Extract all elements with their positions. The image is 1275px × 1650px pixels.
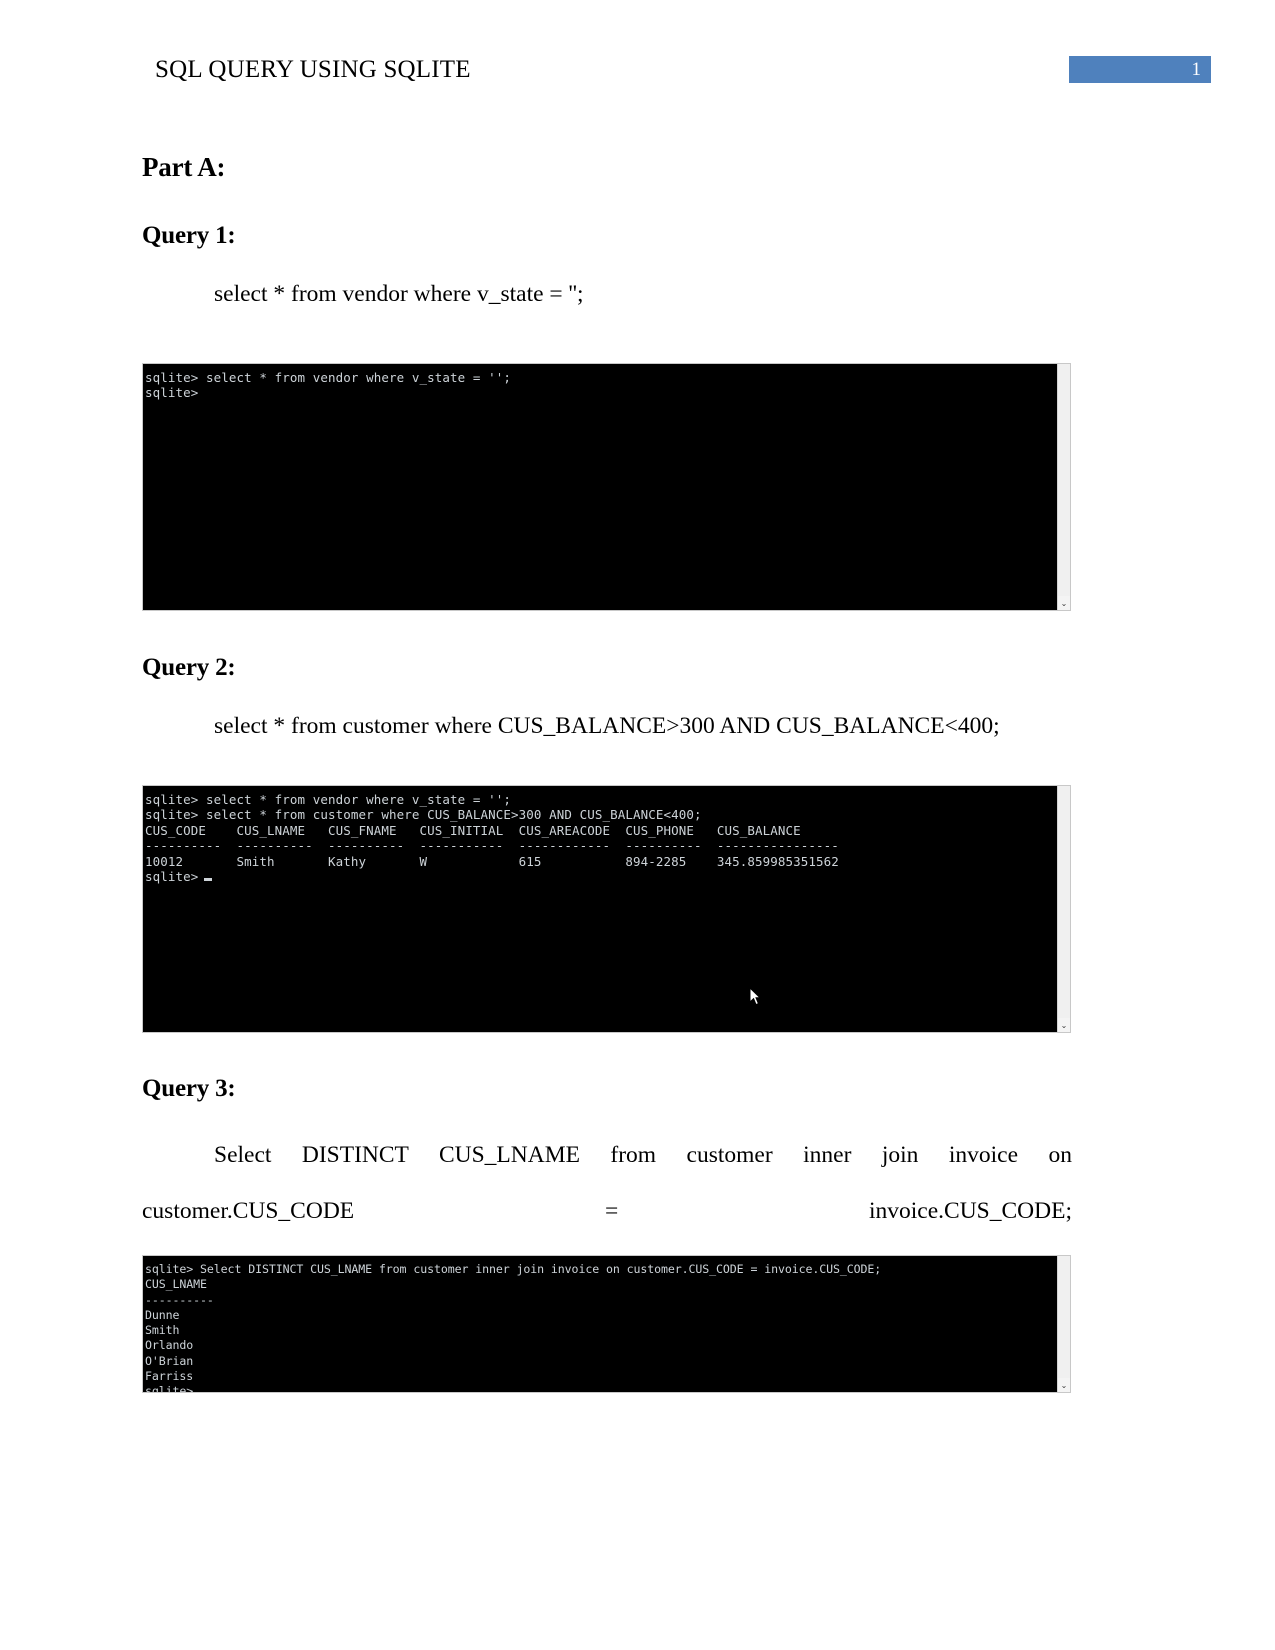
- terminal-cursor: [199, 1392, 207, 1393]
- page-header: SQL QUERY USING SQLITE 1: [0, 52, 1275, 92]
- query-1-heading: Query 1:: [142, 222, 236, 249]
- terminal-screenshot-2: sqlite> select * from vendor where v_sta…: [142, 785, 1071, 1033]
- terminal-screenshot-3: sqlite> Select DISTINCT CUS_LNAME from c…: [142, 1255, 1071, 1393]
- terminal-screenshot-1: sqlite> select * from vendor where v_sta…: [142, 363, 1071, 611]
- terminal-2-scroll-thumb[interactable]: [1058, 786, 1070, 1018]
- terminal-1-scroll-thumb[interactable]: [1058, 364, 1070, 596]
- section-heading-part-a: Part A:: [142, 152, 226, 182]
- document-page: SQL QUERY USING SQLITE 1 Part A: Query 1…: [0, 0, 1275, 1650]
- query-2-block: Query 2: select * from customer where CU…: [142, 652, 1072, 743]
- chevron-down-icon[interactable]: ⌄: [1058, 1019, 1070, 1032]
- query-3-heading: Query 3:: [142, 1075, 236, 1102]
- mouse-cursor-icon: [749, 987, 761, 1006]
- terminal-1-scrollbar[interactable]: ⌄: [1057, 364, 1070, 610]
- terminal-3-scrollbar[interactable]: ⌄: [1057, 1256, 1070, 1392]
- page-number-badge: 1: [1069, 56, 1211, 83]
- document-body: Part A: Query 1: select * from vendor wh…: [142, 150, 1072, 311]
- chevron-down-icon[interactable]: ⌄: [1058, 1379, 1070, 1392]
- terminal-2-scrollbar[interactable]: ⌄: [1057, 786, 1070, 1032]
- query-2-heading: Query 2:: [142, 654, 236, 681]
- terminal-3-output: sqlite> Select DISTINCT CUS_LNAME from c…: [143, 1256, 1070, 1393]
- page-title: SQL QUERY USING SQLITE: [155, 56, 471, 83]
- terminal-1-output: sqlite> select * from vendor where v_sta…: [143, 364, 1070, 401]
- chevron-down-icon[interactable]: ⌄: [1058, 597, 1070, 610]
- terminal-3-scroll-thumb[interactable]: [1058, 1256, 1070, 1378]
- terminal-2-output: sqlite> select * from vendor where v_sta…: [143, 786, 1070, 885]
- query-1-sql: select * from vendor where v_state = '';: [214, 281, 584, 307]
- page-number: 1: [1191, 59, 1202, 80]
- terminal-cursor: [204, 878, 213, 882]
- query-2-sql: select * from customer where CUS_BALANCE…: [214, 713, 1000, 739]
